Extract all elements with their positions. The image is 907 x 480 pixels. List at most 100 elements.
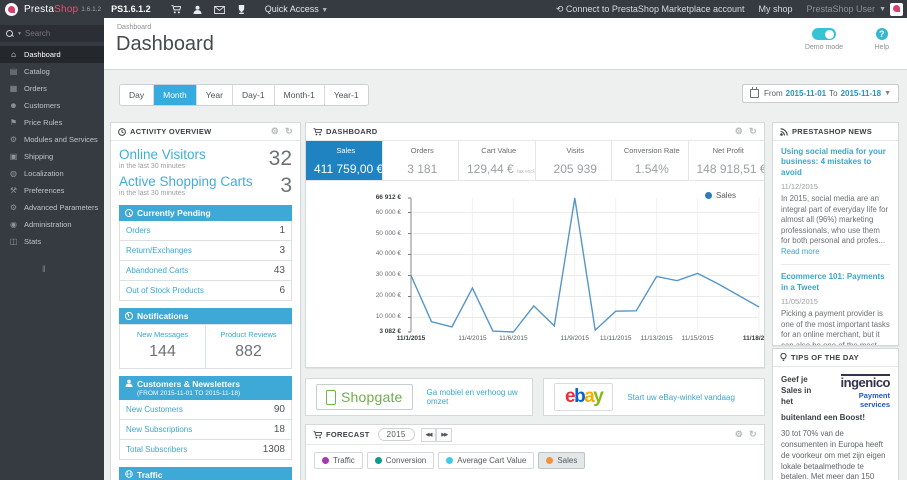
news-article-title[interactable]: Ecommerce 101: Payments in a Tweet bbox=[781, 272, 890, 293]
read-more-link[interactable]: Read more bbox=[781, 247, 820, 256]
brand-presta: Presta bbox=[24, 3, 55, 15]
sidebar-item-label: Administration bbox=[24, 220, 72, 229]
forecast-traffic-button[interactable]: Traffic bbox=[314, 452, 363, 469]
shopgate-link[interactable]: Ga mobiel en verhoog uw omzet bbox=[427, 388, 522, 406]
sidebar-collapse-button[interactable]: ‖ bbox=[42, 264, 104, 274]
metric-orders[interactable]: Orders 3 181 bbox=[383, 141, 459, 180]
range-month-1-button[interactable]: Month-1 bbox=[274, 85, 325, 105]
sidebar-item-advanced-parameters[interactable]: ⚙ Advanced Parameters bbox=[0, 199, 104, 216]
range-year-1-button[interactable]: Year-1 bbox=[324, 85, 368, 105]
total-subscribers-row[interactable]: Total Subscribers 1308 bbox=[119, 440, 292, 460]
news-panel-header: PRESTASHOP NEWS bbox=[773, 123, 898, 141]
sidebar-item-shipping[interactable]: ▣ Shipping bbox=[0, 148, 104, 165]
tips-text: 30 tot 70% van de consumenten in Europa … bbox=[781, 429, 886, 480]
activity-overview-panel: ACTIVITY OVERVIEW ⚙ ↻ Online Visitors in … bbox=[110, 122, 301, 480]
sidebar-item-administration[interactable]: ◉ Administration bbox=[0, 216, 104, 233]
sidebar-item-dashboard[interactable]: ⌂ Dashboard bbox=[0, 46, 104, 63]
legend-label: Sales bbox=[715, 191, 736, 200]
metric-value: 411 759,00 € bbox=[314, 162, 383, 176]
range-year-button[interactable]: Year bbox=[196, 85, 233, 105]
messages-icon[interactable] bbox=[209, 4, 231, 14]
sidebar-item-customers[interactable]: ☻ Customers bbox=[0, 97, 104, 114]
active-carts-link[interactable]: Active Shopping Carts bbox=[119, 174, 253, 189]
previous-period-button[interactable]: ◀◀ bbox=[420, 427, 437, 442]
sidebar-search[interactable]: ▼ bbox=[0, 25, 104, 42]
row-label: Out of Stock Products bbox=[126, 286, 204, 295]
sidebar-item-label: Customers bbox=[24, 101, 61, 110]
next-period-button[interactable]: ▶▶ bbox=[436, 427, 453, 442]
topbar: PrestaShop 1.6.1.2 PS1.6.1.2 Quick Acces… bbox=[0, 0, 907, 18]
sidebar-item-price-rules[interactable]: ⚑ Price Rules bbox=[0, 114, 104, 131]
active-carts-row: Active Shopping Carts in the last 30 min… bbox=[119, 174, 292, 198]
marketplace-link[interactable]: ⟲ Connect to PrestaShop Marketplace acco… bbox=[556, 4, 745, 15]
product-reviews-cell[interactable]: Product Reviews 882 bbox=[205, 325, 291, 368]
my-shop-link[interactable]: My shop bbox=[759, 4, 793, 14]
range-day-button[interactable]: Day bbox=[120, 85, 155, 105]
cell-value: 882 bbox=[235, 343, 262, 360]
range-month-button[interactable]: Month bbox=[154, 85, 197, 105]
forecast-sales-button[interactable]: Sales bbox=[538, 452, 586, 469]
phone-icon bbox=[326, 389, 336, 405]
section-subtitle: (FROM 2015-11-01 TO 2015-11-18) bbox=[137, 390, 241, 397]
pending-out-of-stock-row[interactable]: Out of Stock Products 6 bbox=[119, 281, 292, 301]
sidebar-item-stats[interactable]: ◫ Stats bbox=[0, 233, 104, 250]
new-subscriptions-row[interactable]: New Subscriptions 18 bbox=[119, 420, 292, 440]
new-customers-row[interactable]: New Customers 90 bbox=[119, 400, 292, 420]
forecast-average-cart-value-button[interactable]: Average Cart Value bbox=[438, 452, 535, 469]
metric-label: Sales bbox=[336, 146, 356, 155]
section-title: Currently Pending bbox=[137, 208, 211, 218]
section-title: Traffic bbox=[137, 470, 163, 480]
demo-mode-toggle[interactable] bbox=[811, 28, 836, 40]
customers-icon[interactable] bbox=[187, 4, 209, 15]
pending-abandoned-carts-row[interactable]: Abandoned Carts 43 bbox=[119, 261, 292, 281]
sidebar-item-preferences[interactable]: ⚒ Preferences bbox=[0, 182, 104, 199]
metric-visits[interactable]: Visits 205 939 bbox=[536, 141, 612, 180]
quick-access-menu[interactable]: Quick Access ▼ bbox=[265, 4, 328, 14]
search-input[interactable] bbox=[24, 29, 85, 38]
pending-orders-row[interactable]: Orders 1 bbox=[119, 221, 292, 241]
cart-icon[interactable] bbox=[165, 4, 187, 14]
user-menu[interactable]: PrestaShop User ▼ bbox=[807, 2, 903, 16]
customers-newsletters-header: Customers & Newsletters (FROM 2015-11-01 … bbox=[119, 376, 292, 400]
metric-value: 205 939 bbox=[553, 162, 597, 176]
metric-sales[interactable]: Sales411 759,00 € tax excl. bbox=[306, 141, 383, 180]
active-carts-sub: in the last 30 minutes bbox=[119, 190, 186, 197]
refresh-icon[interactable]: ↻ bbox=[749, 429, 757, 440]
kpi-metrics-row: Sales411 759,00 € tax excl. Orders3 181 … bbox=[306, 141, 764, 181]
help-icon[interactable]: ? bbox=[875, 28, 888, 40]
metric-conversion-rate[interactable]: Conversion Rate 1.54% bbox=[612, 141, 689, 180]
section-title: Customers & Newsletters bbox=[137, 379, 240, 389]
marketplace-label: Connect to PrestaShop Marketplace accoun… bbox=[565, 3, 745, 14]
refresh-icon[interactable]: ↻ bbox=[749, 126, 757, 137]
date-range-picker[interactable]: From 2015-11-01 To 2015-11-18 ▼ bbox=[741, 84, 899, 103]
row-label: New Customers bbox=[126, 405, 183, 414]
search-scope-caret-icon[interactable]: ▼ bbox=[17, 31, 22, 37]
panel-title: FORECAST bbox=[326, 430, 370, 439]
gear-icon[interactable]: ⚙ bbox=[735, 126, 743, 137]
forecast-conversion-button[interactable]: Conversion bbox=[366, 452, 435, 469]
gear-icon[interactable]: ⚙ bbox=[271, 126, 279, 137]
rss-icon bbox=[780, 127, 788, 136]
gear-icon[interactable]: ⚙ bbox=[735, 429, 743, 440]
from-label: From bbox=[763, 89, 783, 98]
refresh-icon[interactable]: ↻ bbox=[285, 126, 293, 137]
new-messages-cell[interactable]: New Messages 144 bbox=[120, 325, 205, 368]
panel-title: ACTIVITY OVERVIEW bbox=[130, 127, 212, 136]
metric-net-profit[interactable]: Net Profit148 918,51 € tax excl. bbox=[689, 141, 765, 180]
sidebar-item-catalog[interactable]: ▤ Catalog bbox=[0, 63, 104, 80]
range-day-1-button[interactable]: Day-1 bbox=[232, 85, 275, 105]
lightbulb-icon bbox=[780, 353, 787, 362]
trophy-icon[interactable] bbox=[231, 4, 253, 15]
sidebar-item-modules[interactable]: ⚙ Modules and Services bbox=[0, 131, 104, 148]
y-axis-tick-label: 3 082 € bbox=[379, 328, 401, 335]
metric-cart-value[interactable]: Cart Value 129,44 € tax excl. bbox=[459, 141, 536, 180]
pending-returns-row[interactable]: Return/Exchanges 3 bbox=[119, 241, 292, 261]
news-article-title[interactable]: Using social media for your business: 4 … bbox=[781, 147, 890, 178]
ebay-link[interactable]: Start uw eBay-winkel vandaag bbox=[627, 393, 735, 402]
online-visitors-value: 32 bbox=[268, 147, 292, 170]
sidebar-item-orders[interactable]: ▦ Orders bbox=[0, 80, 104, 97]
online-visitors-link[interactable]: Online Visitors bbox=[119, 147, 206, 162]
sidebar-item-localization[interactable]: ◍ Localization bbox=[0, 165, 104, 182]
button-label: Conversion bbox=[385, 456, 427, 465]
cart-icon bbox=[313, 127, 322, 136]
